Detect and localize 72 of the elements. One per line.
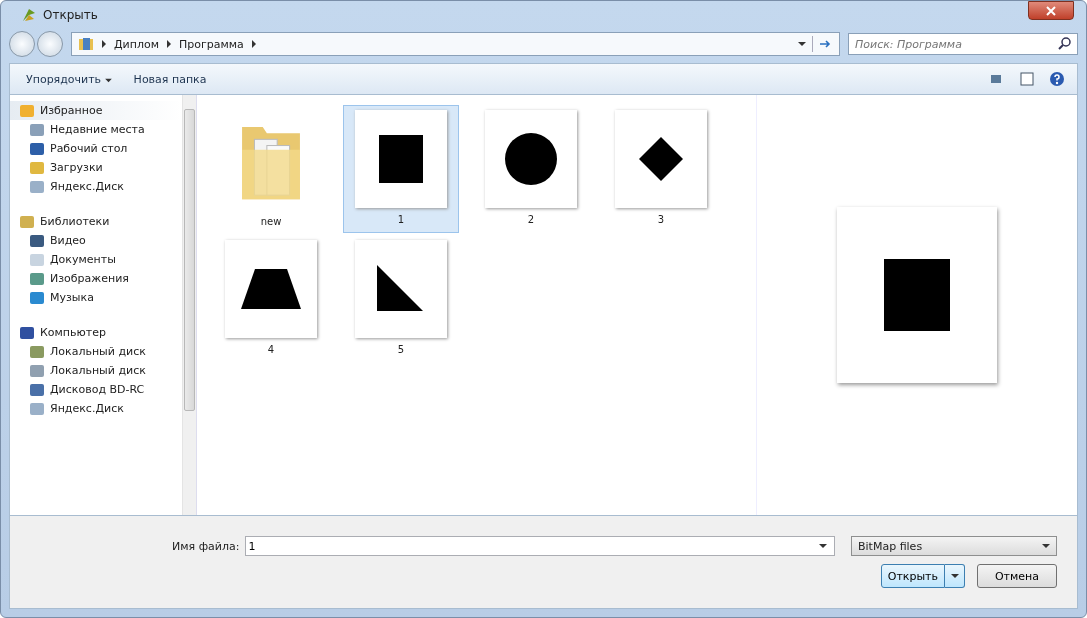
nav-icon (20, 215, 34, 228)
open-menu-button[interactable] (945, 564, 965, 588)
nav-item[interactable]: Локальный диск (10, 342, 182, 361)
file-name: 1 (397, 214, 405, 225)
help-icon[interactable] (1049, 71, 1065, 87)
filename-field[interactable]: 1 (245, 536, 835, 556)
file-type-dropdown[interactable]: BitMap files (851, 536, 1057, 556)
dropdown-icon (1042, 542, 1050, 550)
file-name: new (260, 216, 282, 227)
nav-icon (30, 402, 44, 415)
nav-icon (30, 161, 44, 174)
nav-icon (30, 253, 44, 266)
file-item[interactable]: 4 (213, 235, 329, 363)
close-icon (1046, 5, 1056, 16)
nav-item[interactable]: Дисковод BD-RC (10, 380, 182, 399)
nav-icon (30, 234, 44, 247)
breadcrumb[interactable]: Программа (179, 37, 244, 51)
open-button[interactable]: Открыть (880, 564, 945, 588)
nav-icon (30, 180, 44, 193)
nav-icon (20, 326, 34, 339)
app-icon (21, 7, 37, 23)
nav-icon (30, 345, 44, 358)
folder-icon (78, 36, 94, 52)
organize-button[interactable]: Упорядочить (22, 70, 116, 88)
dropdown-icon[interactable] (819, 542, 827, 550)
nav-item[interactable]: Документы (10, 250, 182, 269)
nav-icon (30, 291, 44, 304)
nav-item[interactable]: Музыка (10, 288, 182, 307)
nav-item[interactable]: Яндекс.Диск (10, 177, 182, 196)
breadcrumb[interactable]: Диплом (114, 37, 159, 51)
nav-item[interactable]: Видео (10, 231, 182, 250)
close-button[interactable] (1028, 1, 1074, 20)
caret-icon (104, 77, 112, 83)
nav-item[interactable]: Загрузки (10, 158, 182, 177)
filename-label: Имя файла: (172, 539, 240, 553)
file-name: 2 (527, 214, 535, 225)
nav-item[interactable]: Недавние места (10, 120, 182, 139)
file-item[interactable]: new (213, 105, 329, 233)
nav-item[interactable]: Локальный диск (10, 361, 182, 380)
cancel-button[interactable]: Отмена (977, 564, 1057, 588)
scrollbar[interactable] (182, 95, 196, 515)
file-item[interactable]: 3 (603, 105, 719, 233)
nav-icon (30, 272, 44, 285)
file-item[interactable]: 1 (343, 105, 459, 233)
nav-icon (30, 383, 44, 396)
nav-item[interactable]: Яндекс.Диск (10, 399, 182, 418)
chevron-icon (100, 40, 108, 48)
dropdown-icon[interactable] (798, 40, 806, 48)
nav-icon (20, 104, 34, 117)
chevron-icon (165, 40, 173, 48)
window-title: Открыть (43, 8, 98, 22)
search-icon[interactable] (1057, 36, 1073, 52)
caret-icon (950, 573, 959, 579)
nav-icon (30, 123, 44, 136)
file-name: 3 (657, 214, 665, 225)
file-name: 4 (267, 344, 275, 355)
preview-pane-icon[interactable] (1019, 71, 1035, 87)
file-item[interactable]: 5 (343, 235, 459, 363)
new-folder-button[interactable]: Новая папка (129, 70, 211, 88)
file-name: 5 (397, 344, 405, 355)
nav-icon (30, 364, 44, 377)
search-field[interactable]: Поиск: Программа (848, 33, 1078, 55)
refresh-icon[interactable] (812, 36, 833, 52)
nav-group[interactable]: Библиотеки (10, 212, 182, 231)
nav-item[interactable]: Рабочий стол (10, 139, 182, 158)
chevron-icon (249, 40, 258, 48)
nav-item[interactable]: Изображения (10, 269, 182, 288)
nav-icon (30, 142, 44, 155)
file-item[interactable]: 2 (473, 105, 589, 233)
nav-group[interactable]: Компьютер (10, 323, 182, 342)
address-bar[interactable]: Диплом Программа (71, 32, 840, 56)
nav-buttons[interactable] (9, 31, 63, 57)
